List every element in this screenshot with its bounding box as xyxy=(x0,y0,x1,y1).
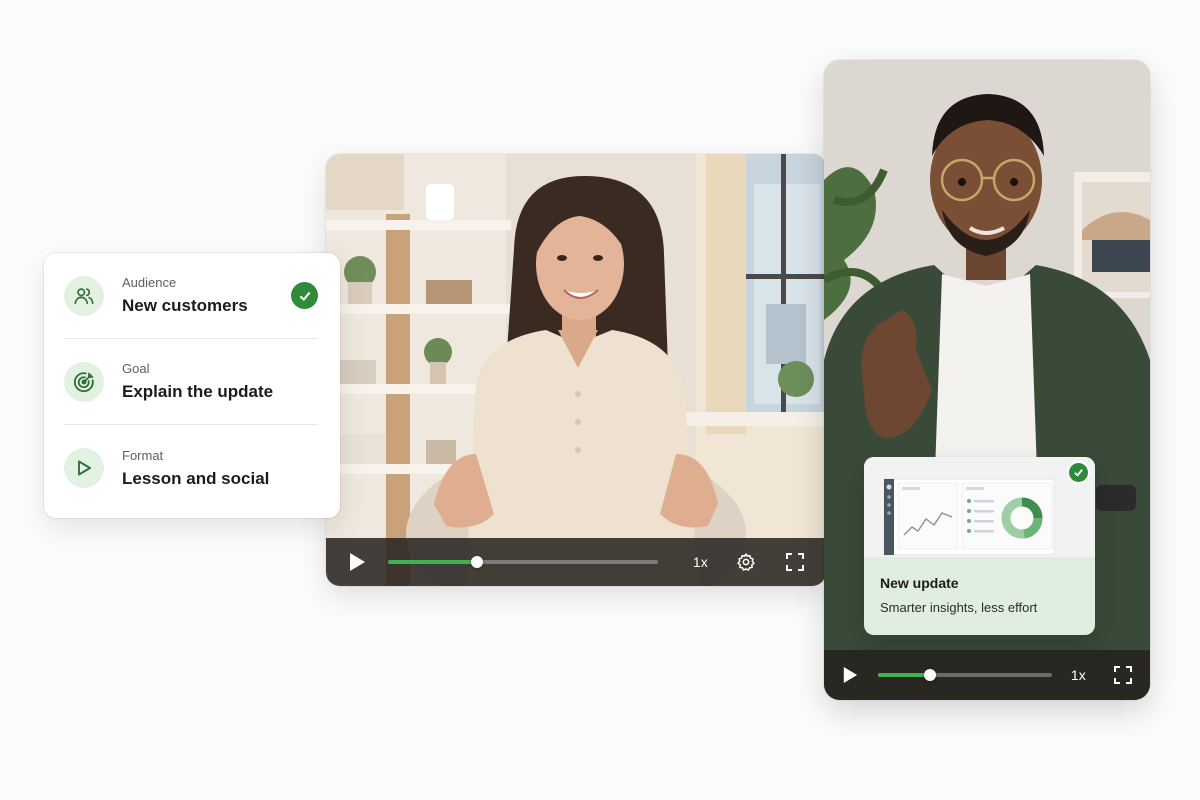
brief-value: Lesson and social xyxy=(122,468,270,488)
side-video-controls: 1x xyxy=(824,650,1150,700)
brief-value: Explain the update xyxy=(122,382,274,401)
target-icon xyxy=(64,361,104,402)
update-subtitle: Smarter insights, less effort xyxy=(880,600,1038,615)
progress-fill xyxy=(388,560,478,564)
fullscreen-icon xyxy=(786,553,804,571)
presenter-video-frame xyxy=(326,154,826,586)
play-icon xyxy=(350,553,365,571)
users-icon xyxy=(64,275,104,316)
brief-row-audience[interactable]: Audience New customers xyxy=(64,253,318,339)
brief-row-goal[interactable]: Goal Explain the update xyxy=(64,339,318,425)
gear-icon xyxy=(737,553,755,571)
play-icon xyxy=(843,667,858,683)
check-icon xyxy=(1069,463,1088,482)
video-brief-card: Audience New customers Goal Explain the … xyxy=(44,253,340,518)
progress-thumb[interactable] xyxy=(471,556,484,568)
progress-bar[interactable] xyxy=(388,556,658,568)
dashboard-thumbnail xyxy=(864,457,1095,557)
fullscreen-button[interactable] xyxy=(1114,666,1132,684)
playback-speed-button[interactable]: 1x xyxy=(693,554,708,570)
main-video-controls: 1x xyxy=(326,538,826,586)
play-icon xyxy=(64,448,104,488)
main-video-player[interactable]: 1x xyxy=(326,154,826,586)
dashboard-preview xyxy=(864,457,1095,557)
update-title: New update xyxy=(880,575,959,591)
fullscreen-button[interactable] xyxy=(786,553,804,571)
play-button[interactable] xyxy=(348,552,366,572)
settings-button[interactable] xyxy=(736,552,756,572)
playback-speed-button[interactable]: 1x xyxy=(1071,667,1086,683)
brief-label: Audience xyxy=(122,275,177,290)
brief-label: Format xyxy=(122,447,164,463)
update-notification-card[interactable]: New update Smarter insights, less effort xyxy=(864,457,1095,635)
brief-label: Goal xyxy=(122,361,150,376)
play-button[interactable] xyxy=(842,666,858,684)
check-icon xyxy=(291,282,318,309)
fullscreen-icon xyxy=(1114,666,1132,684)
brief-value: New customers xyxy=(122,296,248,315)
progress-bar[interactable] xyxy=(878,669,1052,681)
progress-thumb[interactable] xyxy=(924,669,937,681)
brief-row-format[interactable]: Format Lesson and social xyxy=(64,425,318,511)
progress-fill xyxy=(878,673,931,677)
